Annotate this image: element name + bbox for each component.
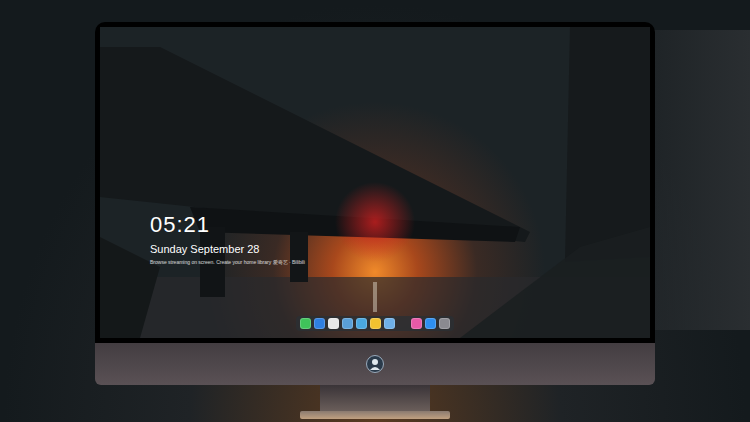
wallpaper: [100, 27, 650, 338]
app-icon[interactable]: [384, 318, 395, 329]
lock-time: 05:21: [150, 212, 305, 238]
app-icon[interactable]: [425, 318, 436, 329]
app-icon[interactable]: [300, 318, 311, 329]
monitor-stand: [320, 385, 430, 411]
monitor-chin: [95, 343, 655, 385]
app-icon[interactable]: [411, 318, 422, 329]
dock-group: [300, 318, 395, 329]
lock-tagline: Browse streaming on screen. Create your …: [150, 259, 305, 266]
app-icon[interactable]: [314, 318, 325, 329]
app-icon[interactable]: [439, 318, 450, 329]
monitor: 05:21 Sunday September 28 Browse streaming…: [95, 22, 655, 419]
brand-logo-icon: [366, 355, 384, 373]
app-icon[interactable]: [328, 318, 339, 329]
app-icon[interactable]: [356, 318, 367, 329]
dock-spacer: [398, 318, 408, 329]
lock-date: Sunday September 28: [150, 242, 305, 256]
dock-group: [411, 318, 450, 329]
dock: [296, 316, 454, 331]
monitor-base: [300, 411, 450, 419]
screen-bezel: 05:21 Sunday September 28 Browse streaming…: [95, 22, 655, 343]
lock-clock: 05:21 Sunday September 28 Browse streaming…: [150, 212, 305, 266]
app-icon[interactable]: [370, 318, 381, 329]
app-icon[interactable]: [342, 318, 353, 329]
screen: 05:21 Sunday September 28 Browse streaming…: [100, 27, 650, 338]
